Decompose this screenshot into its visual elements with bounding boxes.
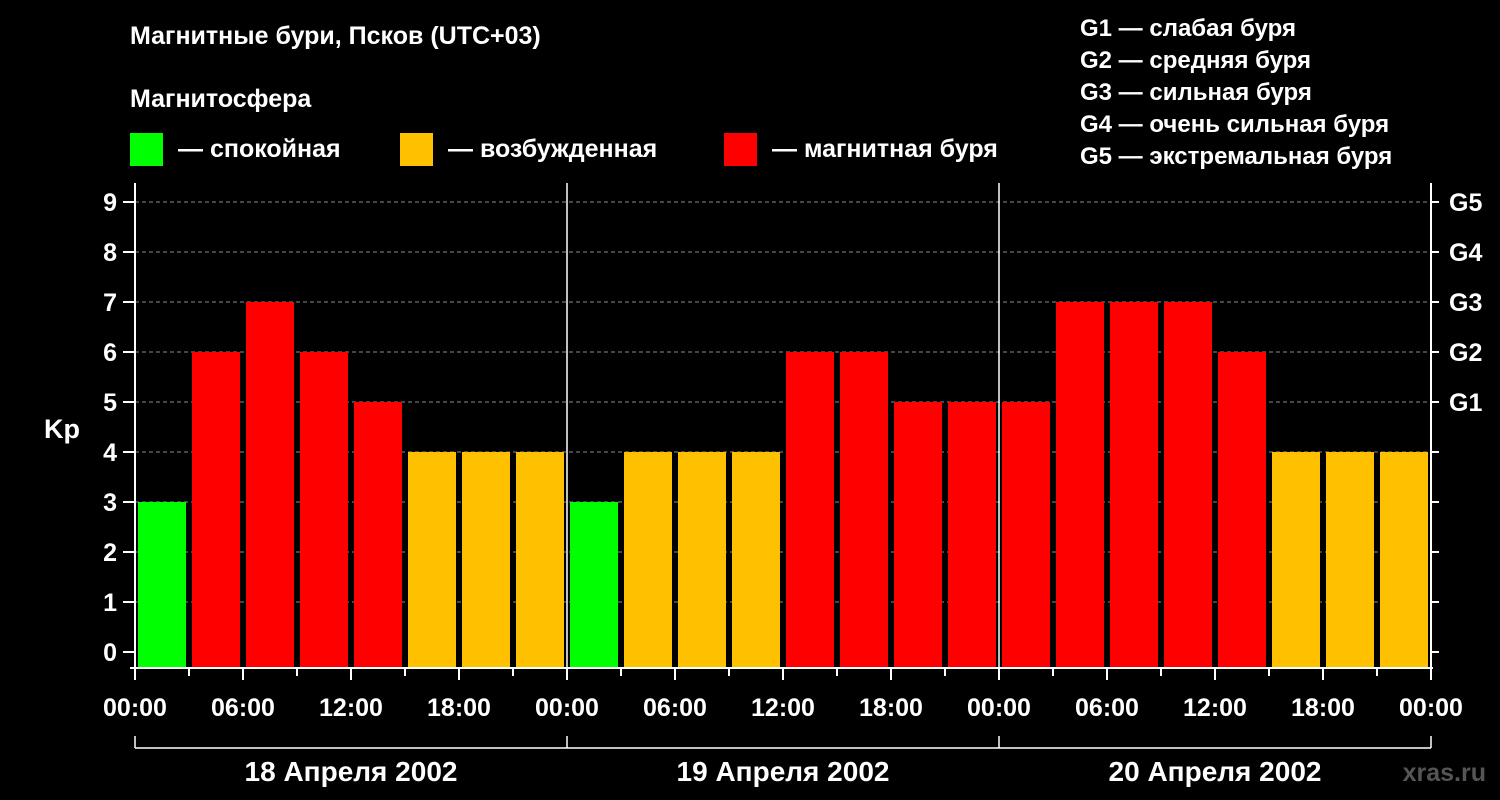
y-tick-label: 5: [103, 389, 117, 417]
x-tick-label: 18:00: [1291, 694, 1355, 722]
x-tick-label: 06:00: [1075, 694, 1139, 722]
kp-bar: [1272, 452, 1320, 668]
kp-bar: [570, 502, 618, 668]
kp-bar: [1164, 302, 1212, 668]
kp-bar: [300, 352, 348, 668]
kp-bar: [1056, 302, 1104, 668]
chart-root: Магнитные бури, Псков (UTC+03) Магнитосф…: [0, 0, 1500, 800]
x-tick-label: 06:00: [643, 694, 707, 722]
x-tick-label: 18:00: [427, 694, 491, 722]
kp-bar: [624, 452, 672, 668]
kp-bar: [516, 452, 564, 668]
x-tick-label: 12:00: [751, 694, 815, 722]
kp-bar: [138, 502, 186, 668]
y-tick-label: 6: [103, 339, 117, 367]
day-label: 19 Апреля 2002: [677, 756, 890, 787]
kp-bar: [408, 452, 456, 668]
kp-bar: [1326, 452, 1374, 668]
day-label: 18 Апреля 2002: [245, 756, 458, 787]
day-label: 20 Апреля 2002: [1109, 756, 1322, 787]
kp-bar: [732, 452, 780, 668]
g-level-label: G3: [1449, 289, 1482, 317]
x-tick-label: 00:00: [535, 694, 599, 722]
x-tick-label: 12:00: [1183, 694, 1247, 722]
kp-bar: [1380, 452, 1428, 668]
x-tick-label: 12:00: [319, 694, 383, 722]
x-tick-label: 00:00: [967, 694, 1031, 722]
watermark: xras.ru: [1402, 759, 1486, 787]
kp-bar: [948, 402, 996, 668]
y-tick-label: 2: [103, 539, 117, 567]
kp-bar: [1218, 352, 1266, 668]
y-tick-label: 4: [103, 439, 117, 467]
x-tick-label: 06:00: [211, 694, 275, 722]
kp-bar: [1110, 302, 1158, 668]
x-tick-label: 18:00: [859, 694, 923, 722]
x-tick-label: 00:00: [1399, 694, 1463, 722]
y-tick-label: 3: [103, 489, 117, 517]
kp-bar: [678, 452, 726, 668]
kp-bar: [840, 352, 888, 668]
g-level-label: G1: [1449, 389, 1482, 417]
y-tick-label: 0: [103, 639, 117, 667]
y-axis-label: Kp: [44, 414, 80, 444]
kp-bar: [246, 302, 294, 668]
kp-bar-chart: 0 1 2 3 4 5 6 7 8 9 G1 G2 G3 G4 G5 Kp 00:00 06:00 12:00 18:…: [44, 183, 1482, 787]
kp-bar: [786, 352, 834, 668]
y-tick-label: 9: [103, 189, 117, 217]
g-level-label: G5: [1449, 189, 1482, 217]
g-level-label: G4: [1449, 239, 1482, 267]
kp-bar: [354, 402, 402, 668]
x-tick-label: 00:00: [103, 694, 167, 722]
kp-bar: [462, 452, 510, 668]
y-tick-label: 8: [103, 239, 117, 267]
y-tick-label: 7: [103, 289, 117, 317]
y-tick-label: 1: [103, 589, 117, 617]
kp-bar: [192, 352, 240, 668]
kp-bar: [894, 402, 942, 668]
g-level-label: G2: [1449, 339, 1482, 367]
kp-bar: [1002, 402, 1050, 668]
